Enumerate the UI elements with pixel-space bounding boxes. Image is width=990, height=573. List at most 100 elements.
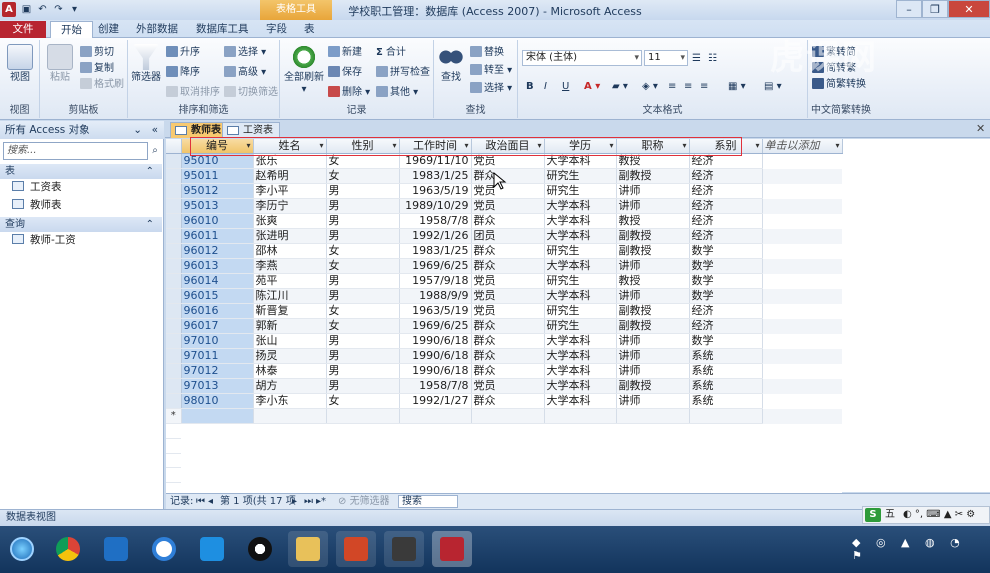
table-cell[interactable]: 讲师	[616, 258, 690, 275]
table-cell[interactable]: 讲师	[616, 333, 690, 350]
table-cell[interactable]: 系统	[689, 363, 763, 380]
row-selector[interactable]	[166, 378, 182, 395]
table-cell[interactable]: 1989/10/29	[399, 198, 472, 215]
row-selector[interactable]	[166, 318, 182, 335]
row-selector[interactable]	[166, 453, 181, 469]
table-cell[interactable]: 胡方	[253, 378, 327, 395]
column-dropdown-icon[interactable]: ▾	[835, 139, 839, 153]
fill-color-button[interactable]: ◈ ▾	[642, 80, 658, 93]
table-cell[interactable]: 1992/1/26	[399, 228, 472, 245]
table-row[interactable]: 96012 邵林女 1983/1/25 群众 研究生 副教授 数学	[166, 243, 842, 260]
find-button[interactable]: 查找	[436, 44, 466, 84]
table-cell[interactable]	[253, 408, 327, 425]
table-cell[interactable]: 讲师	[616, 288, 690, 305]
table-cell[interactable]	[326, 408, 400, 425]
search-icon[interactable]: ⌕	[148, 142, 162, 160]
table-cell[interactable]: 陈江川	[253, 288, 327, 305]
table-cell[interactable]: 95012	[181, 183, 254, 200]
column-header[interactable]: 姓名 ▾	[253, 139, 327, 155]
list-bullets-icon[interactable]: ☰	[692, 52, 701, 65]
table-cell[interactable]: 95013	[181, 198, 254, 215]
row-selector[interactable]	[166, 467, 181, 483]
record-search-input[interactable]: 搜索	[398, 495, 458, 508]
ime-toolbar[interactable]: S 五 ◐ °, ⌨ ▲ ✂ ⚙	[862, 506, 990, 524]
row-selector[interactable]	[166, 273, 182, 290]
row-selector[interactable]	[166, 348, 182, 365]
collapse-section-icon[interactable]: ⌃	[146, 164, 154, 179]
row-selector[interactable]	[166, 153, 182, 170]
table-cell[interactable]: 副教授	[616, 378, 690, 395]
find-select-button[interactable]: 选择 ▾	[470, 82, 512, 95]
column-dropdown-icon[interactable]: ▾	[537, 139, 541, 153]
table-cell[interactable]: 大学本科	[544, 393, 617, 410]
table-cell[interactable]: 大学本科	[544, 153, 617, 170]
table-cell[interactable]: 经济	[689, 198, 763, 215]
doc-tab-teacher[interactable]: 教师表	[170, 122, 228, 138]
table-cell[interactable]: 经济	[689, 213, 763, 230]
table-row[interactable]: 97013 胡方男 1958/7/8 党员 大学本科 副教授 系统	[166, 378, 842, 395]
row-selector[interactable]: *	[166, 408, 182, 425]
table-cell[interactable]: 党员	[471, 288, 545, 305]
explorer-icon[interactable]	[288, 531, 328, 567]
next-record-button[interactable]: ▸	[292, 494, 297, 509]
spelling-button[interactable]: 拼写检查	[376, 66, 430, 79]
table-cell[interactable]: 群众	[471, 393, 545, 410]
row-selector[interactable]	[166, 363, 182, 380]
table-cell[interactable]: 96017	[181, 318, 254, 335]
column-dropdown-icon[interactable]: ▾	[319, 139, 323, 153]
nav-pane-header[interactable]: 所有 Access 对象 ⌄ «	[0, 121, 164, 139]
table-cell[interactable]: 群众	[471, 318, 545, 335]
table-cell[interactable]: 1990/6/18	[399, 348, 472, 365]
table-cell[interactable]: 张进明	[253, 228, 327, 245]
table-row[interactable]: 97012 林泰男 1990/6/18 群众 大学本科 讲师 系统	[166, 363, 842, 380]
powerpoint-icon[interactable]	[336, 531, 376, 567]
table-cell[interactable]: 研究生	[544, 273, 617, 290]
table-cell[interactable]: 党员	[471, 153, 545, 170]
table-cell[interactable]: 李小东	[253, 393, 327, 410]
row-selector[interactable]	[166, 288, 182, 305]
table-cell[interactable]: 96016	[181, 303, 254, 320]
nav-section-tables[interactable]: 表 ⌃	[0, 164, 162, 179]
table-cell[interactable]: 大学本科	[544, 378, 617, 395]
filter-button[interactable]: 筛选器	[130, 44, 162, 84]
table-cell[interactable]: 郭新	[253, 318, 327, 335]
qq-icon[interactable]	[240, 531, 280, 567]
table-cell[interactable]: 张山	[253, 333, 327, 350]
table-cell[interactable]	[689, 408, 763, 425]
table-cell[interactable]: 大学本科	[544, 198, 617, 215]
row-selector[interactable]	[166, 423, 181, 439]
paste-button[interactable]: 粘贴	[46, 44, 74, 84]
table-cell[interactable]: 96010	[181, 213, 254, 230]
table-cell[interactable]: 李燕	[253, 258, 327, 275]
new-record-nav-button[interactable]: ▸*	[316, 494, 326, 509]
table-cell[interactable]: 1969/6/25	[399, 258, 472, 275]
table-row[interactable]: 96017 郭新女 1969/6/25 群众 研究生 副教授 经济	[166, 318, 842, 335]
goto-button[interactable]: 转至 ▾	[470, 64, 512, 77]
italic-button[interactable]: I	[544, 80, 547, 93]
table-cell[interactable]: 1957/9/18	[399, 273, 472, 290]
table-cell[interactable]	[544, 408, 617, 425]
table-cell[interactable]: 党员	[471, 303, 545, 320]
table-cell[interactable]: 男	[326, 198, 400, 215]
table-cell[interactable]: 系统	[689, 378, 763, 395]
last-record-button[interactable]: ⏭	[304, 494, 313, 509]
chinese-convert-button[interactable]: 简繁转换	[812, 78, 866, 91]
column-dropdown-icon[interactable]: ▾	[682, 139, 686, 153]
table-cell[interactable]: 副教授	[616, 243, 690, 260]
table-row[interactable]: 96013 李燕女 1969/6/25 群众 大学本科 讲师 数学	[166, 258, 842, 275]
table-cell[interactable]: 97011	[181, 348, 254, 365]
table-cell[interactable]: 男	[326, 288, 400, 305]
table-cell[interactable]: 靳晋复	[253, 303, 327, 320]
table-cell[interactable]: 研究生	[544, 243, 617, 260]
table-cell[interactable]: 数学	[689, 243, 763, 260]
row-selector[interactable]	[166, 168, 182, 185]
sort-descending-button[interactable]: 降序	[166, 66, 200, 79]
nav-search-input[interactable]: 搜索...	[3, 142, 148, 160]
table-cell[interactable]: 大学本科	[544, 228, 617, 245]
table-cell[interactable]: 1992/1/27	[399, 393, 472, 410]
table-cell[interactable]: 1958/7/8	[399, 213, 472, 230]
table-row[interactable]: 98010 李小东女 1992/1/27 群众 大学本科 讲师 系统	[166, 393, 842, 410]
selection-filter-button[interactable]: 选择 ▾	[224, 46, 266, 59]
table-cell[interactable]: 96012	[181, 243, 254, 260]
table-cell[interactable]: 团员	[471, 228, 545, 245]
